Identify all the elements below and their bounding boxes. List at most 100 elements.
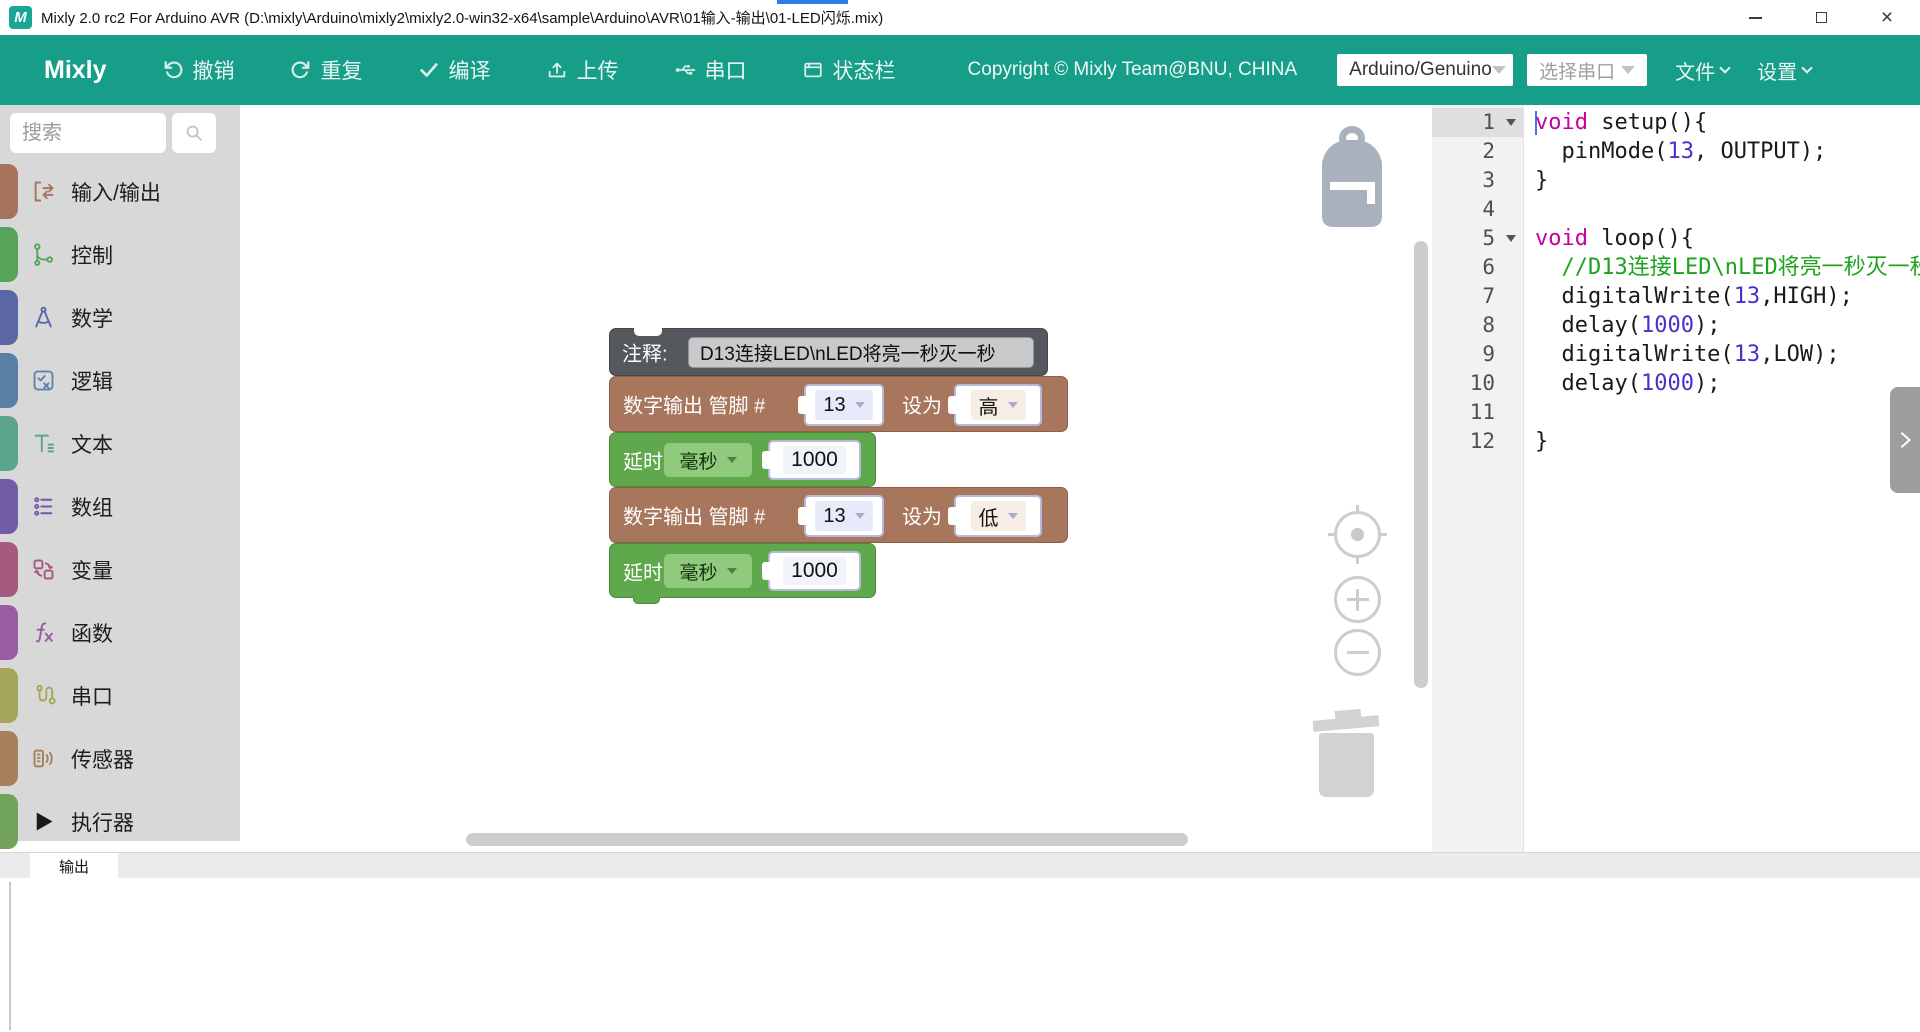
- sidebar-item-math[interactable]: 数学: [0, 286, 240, 349]
- logic-icon: [30, 367, 57, 394]
- category-label: 函数: [71, 618, 113, 648]
- redo-button[interactable]: 重复: [290, 55, 363, 85]
- category-color-strip: [0, 353, 18, 408]
- level-socket: 低: [954, 495, 1042, 537]
- math-icon: [30, 304, 57, 331]
- zoom-reset-button[interactable]: [1334, 511, 1381, 558]
- category-color-strip: [0, 290, 18, 345]
- category-label: 数学: [71, 303, 113, 333]
- code-line[interactable]: }: [1525, 427, 1920, 456]
- delay-block[interactable]: 延时 毫秒 1000: [609, 432, 876, 487]
- category-color-strip: [0, 605, 18, 660]
- delay-block[interactable]: 延时 毫秒 1000: [609, 543, 876, 598]
- output-console: [0, 878, 1920, 1032]
- compile-button[interactable]: 编译: [418, 55, 491, 85]
- file-menu[interactable]: 文件: [1675, 56, 1729, 85]
- delay-value-field[interactable]: 1000: [783, 557, 846, 585]
- copyright-text: Copyright © Mixly Team@BNU, CHINA: [968, 59, 1298, 81]
- code-editor[interactable]: void setup(){ pinMode(13, OUTPUT);} void …: [1525, 108, 1920, 852]
- function-icon: [30, 619, 57, 646]
- code-line[interactable]: //D13连接LED\nLED将亮一秒灭一秒: [1525, 253, 1920, 282]
- fold-arrow-icon[interactable]: [1506, 119, 1516, 126]
- delay-value-socket: 1000: [768, 440, 861, 480]
- board-selector[interactable]: Arduino/Genuino: [1337, 54, 1513, 86]
- code-panel-collapse-button[interactable]: [1890, 387, 1920, 493]
- tab-output[interactable]: 输出: [30, 853, 118, 879]
- category-label: 文本: [71, 429, 113, 459]
- pin-socket: 13: [804, 495, 884, 537]
- upload-button[interactable]: 上传: [546, 55, 619, 85]
- level-dropdown[interactable]: 低: [971, 501, 1026, 531]
- zoom-in-button[interactable]: [1334, 576, 1381, 623]
- port-selector[interactable]: 选择串口: [1527, 54, 1647, 86]
- level-dropdown[interactable]: 高: [971, 390, 1026, 420]
- sidebar-item-function[interactable]: 函数: [0, 601, 240, 664]
- pin-dropdown[interactable]: 13: [815, 390, 872, 420]
- digital-write-label: 数字输出 管脚 #: [623, 390, 765, 419]
- dropdown-arrow-icon: [855, 513, 865, 519]
- delay-value-field[interactable]: 1000: [783, 446, 846, 474]
- statusbar-button[interactable]: 状态栏: [802, 55, 896, 85]
- undo-button[interactable]: 撤销: [162, 55, 235, 85]
- code-line[interactable]: }: [1525, 166, 1920, 195]
- usb-serial-icon: [674, 59, 696, 81]
- main-toolbar: Mixly 撤销 重复 编译 上传 串口 状态栏 Copyright © Mix…: [0, 35, 1920, 105]
- delay-label: 延时: [623, 445, 663, 474]
- comment-block[interactable]: 注释: D13连接LED\nLED将亮一秒灭一秒: [609, 328, 1048, 376]
- code-line[interactable]: delay(1000);: [1525, 311, 1920, 340]
- sidebar-item-sensor[interactable]: 传感器: [0, 727, 240, 790]
- sidebar-item-text[interactable]: 文本: [0, 412, 240, 475]
- statusbar-label: 状态栏: [833, 55, 896, 85]
- digital-write-block[interactable]: 数字输出 管脚 # 13 设为 低: [609, 487, 1068, 543]
- brand-logo[interactable]: Mixly: [44, 56, 107, 85]
- sidebar-item-actuator[interactable]: 执行器: [0, 790, 240, 853]
- code-line[interactable]: [1525, 398, 1920, 427]
- code-line[interactable]: void setup(){: [1525, 108, 1920, 137]
- sidebar-item-array[interactable]: 数组: [0, 475, 240, 538]
- pin-dropdown[interactable]: 13: [815, 501, 872, 531]
- search-button[interactable]: [172, 113, 216, 153]
- code-gutter: 123456789101112: [1432, 105, 1524, 852]
- line-number: 3: [1482, 168, 1495, 192]
- titlebar-accent-strip: [777, 0, 848, 4]
- sidebar-item-serial[interactable]: 串口: [0, 664, 240, 727]
- fold-arrow-icon[interactable]: [1506, 235, 1516, 242]
- minimize-button[interactable]: [1722, 0, 1788, 35]
- code-line[interactable]: pinMode(13, OUTPUT);: [1525, 137, 1920, 166]
- settings-menu[interactable]: 设置: [1757, 56, 1811, 85]
- close-button[interactable]: ×: [1854, 0, 1920, 35]
- zoom-out-button[interactable]: [1334, 629, 1381, 676]
- code-line[interactable]: digitalWrite(13,HIGH);: [1525, 282, 1920, 311]
- code-line[interactable]: [1525, 195, 1920, 224]
- trash-can-icon[interactable]: [1313, 710, 1379, 800]
- comment-text-field[interactable]: D13连接LED\nLED将亮一秒灭一秒: [688, 337, 1034, 368]
- delay-unit-dropdown[interactable]: 毫秒: [664, 554, 752, 588]
- sidebar-item-io[interactable]: 输入/输出: [0, 160, 240, 223]
- sidebar-item-variable[interactable]: 变量: [0, 538, 240, 601]
- line-number: 4: [1482, 197, 1495, 221]
- line-number: 7: [1482, 284, 1495, 308]
- maximize-button[interactable]: [1788, 0, 1854, 35]
- serial-monitor-button[interactable]: 串口: [674, 55, 747, 85]
- search-input[interactable]: [10, 113, 166, 153]
- code-line[interactable]: void loop(){: [1525, 224, 1920, 253]
- window-controls: ×: [1722, 0, 1920, 35]
- canvas-horizontal-scrollbar[interactable]: [466, 833, 1188, 846]
- digital-write-block[interactable]: 数字输出 管脚 # 13 设为 高: [609, 376, 1068, 432]
- category-color-strip: [0, 479, 18, 534]
- category-color-strip: [0, 416, 18, 471]
- code-line[interactable]: digitalWrite(13,LOW);: [1525, 340, 1920, 369]
- delay-unit-dropdown[interactable]: 毫秒: [664, 443, 752, 477]
- window-title: Mixly 2.0 rc2 For Arduino AVR (D:\mixly\…: [41, 7, 883, 28]
- canvas-vertical-scrollbar[interactable]: [1414, 241, 1428, 688]
- category-label: 控制: [71, 240, 113, 270]
- search-row: [10, 113, 216, 153]
- code-line[interactable]: delay(1000);: [1525, 369, 1920, 398]
- sidebar-item-logic[interactable]: 逻辑: [0, 349, 240, 412]
- file-menu-label: 文件: [1675, 56, 1715, 85]
- sidebar-item-control[interactable]: 控制: [0, 223, 240, 286]
- code-panel: 123456789101112 void setup(){ pinMode(13…: [1432, 105, 1920, 852]
- serial-label: 串口: [705, 55, 747, 85]
- output-left-edge: [9, 882, 11, 1030]
- backpack-icon[interactable]: [1322, 135, 1382, 227]
